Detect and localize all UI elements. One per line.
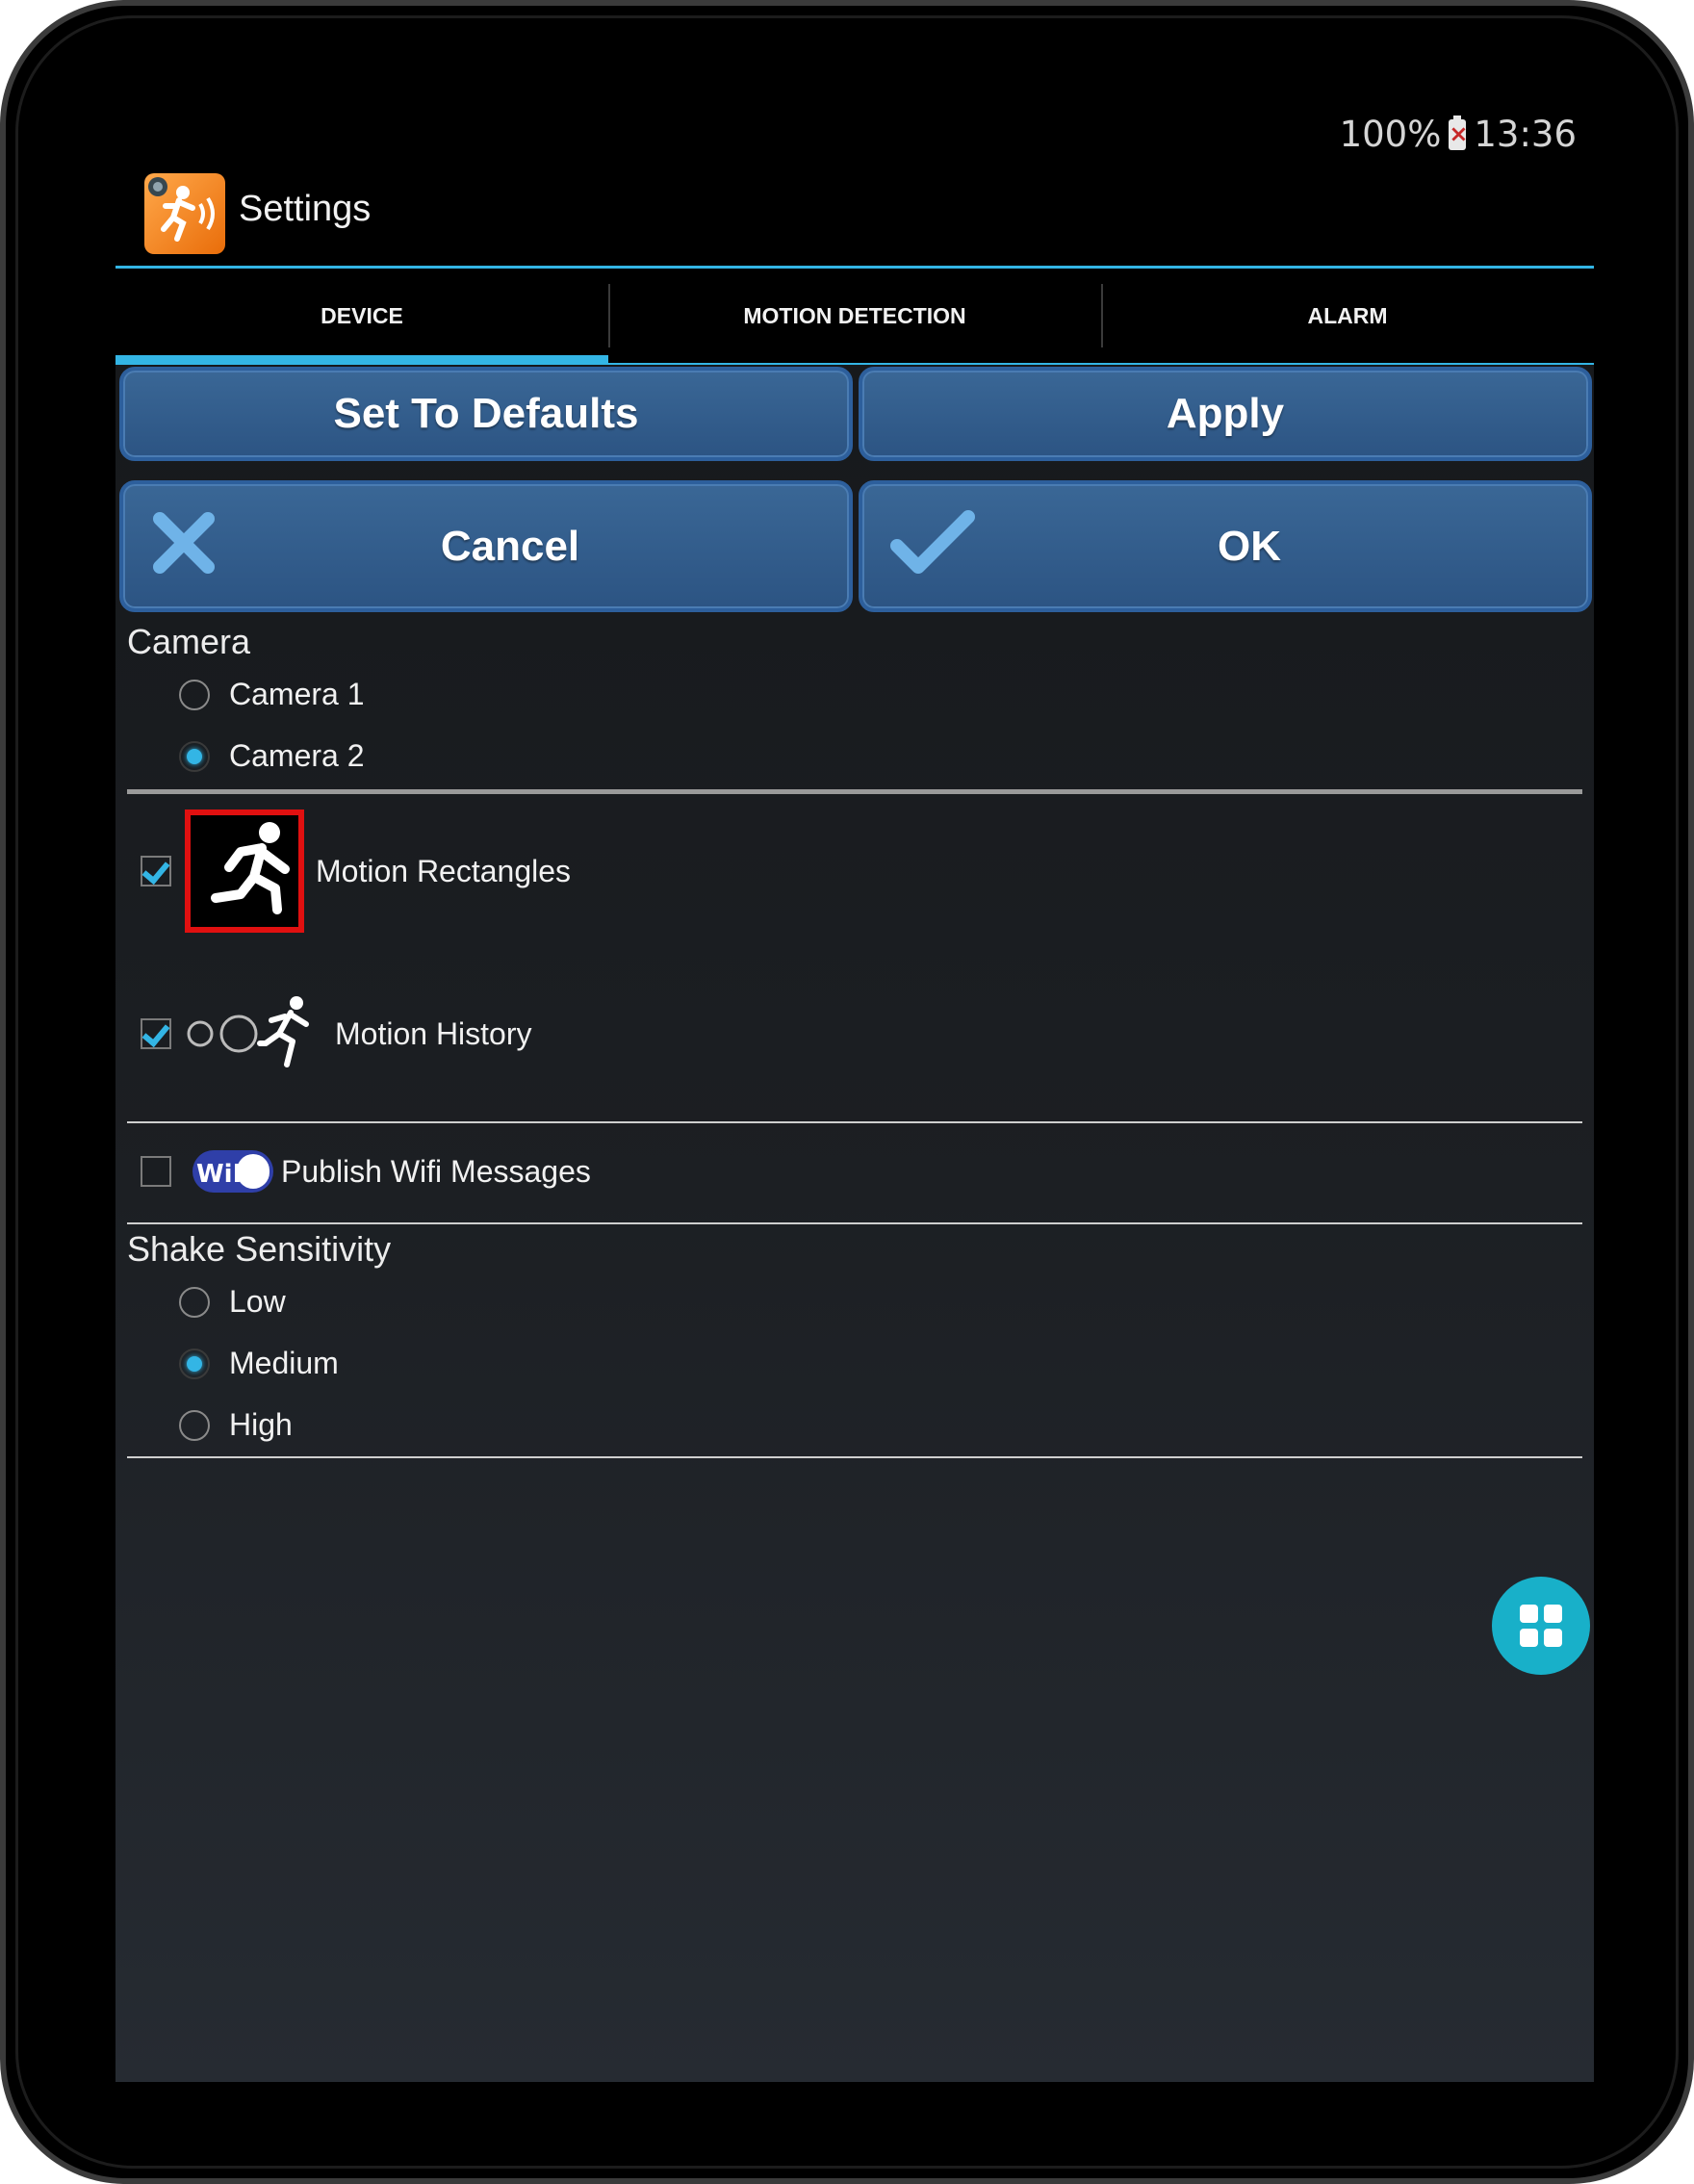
shake-section-title: Shake Sensitivity	[127, 1229, 392, 1269]
camera-1-label: Camera 1	[229, 677, 365, 711]
tab-motion-detection[interactable]: MOTION DETECTION	[608, 269, 1101, 363]
checkmark-icon	[890, 510, 975, 574]
wifi-divider	[127, 1222, 1582, 1224]
camera-2-label: Camera 2	[229, 738, 365, 773]
motion-divider	[127, 1121, 1582, 1123]
x-icon	[153, 512, 215, 574]
motion-history-checkbox[interactable]	[141, 1018, 171, 1049]
wifi-badge-icon: WiFi	[192, 1150, 273, 1193]
apps-grid-button[interactable]	[1492, 1577, 1590, 1675]
motion-history-icon	[187, 996, 309, 1067]
action-bar: Settings	[116, 162, 1594, 269]
publish-wifi-label: Publish Wifi Messages	[281, 1153, 591, 1189]
publish-wifi-checkbox[interactable]	[141, 1156, 171, 1187]
radio-icon	[179, 1286, 210, 1318]
apply-button[interactable]: Apply	[859, 367, 1592, 461]
shake-medium-option[interactable]: Medium	[179, 1346, 339, 1381]
motion-history-label: Motion History	[335, 1015, 532, 1051]
running-man-app-icon[interactable]	[144, 173, 225, 254]
wifi-badge-text: WiFi	[196, 1160, 258, 1189]
camera-divider	[127, 789, 1582, 794]
tab-bar: DEVICE MOTION DETECTION ALARM	[116, 269, 1594, 365]
set-to-defaults-button[interactable]: Set To Defaults	[119, 367, 853, 461]
motion-history-row[interactable]: Motion History	[141, 995, 532, 1072]
screen: 100% 13:36 Settings DEVICE MOTION DETECT…	[116, 102, 1594, 2082]
ok-button[interactable]: OK	[859, 480, 1592, 612]
shake-medium-label: Medium	[229, 1346, 339, 1380]
shake-high-label: High	[229, 1407, 293, 1442]
grid-icon	[1520, 1605, 1562, 1647]
tab-device[interactable]: DEVICE	[116, 269, 608, 365]
apply-label: Apply	[1166, 390, 1285, 437]
battery-percent: 100%	[1339, 114, 1442, 155]
radio-icon	[179, 1409, 210, 1441]
tab-alarm[interactable]: ALARM	[1101, 269, 1594, 363]
tablet-frame: 100% 13:36 Settings DEVICE MOTION DETECT…	[0, 0, 1694, 2184]
shake-divider	[127, 1456, 1582, 1458]
motion-rectangles-row[interactable]: Motion Rectangles	[141, 809, 571, 933]
battery-icon	[1449, 115, 1467, 150]
clock: 13:36	[1474, 114, 1577, 155]
radio-icon	[179, 679, 210, 710]
motion-rectangles-label: Motion Rectangles	[316, 853, 572, 888]
shake-high-option[interactable]: High	[179, 1407, 293, 1443]
camera-1-option[interactable]: Camera 1	[179, 677, 365, 712]
cancel-button[interactable]: Cancel	[119, 480, 853, 612]
set-to-defaults-label: Set To Defaults	[333, 390, 639, 437]
publish-wifi-row[interactable]: WiFi Publish Wifi Messages	[141, 1146, 591, 1196]
status-bar: 100% 13:36	[116, 102, 1594, 162]
page-title: Settings	[239, 189, 372, 229]
radio-checked-icon	[179, 740, 210, 772]
ok-label: OK	[1218, 522, 1281, 570]
cancel-label: Cancel	[440, 522, 580, 570]
shake-low-option[interactable]: Low	[179, 1284, 286, 1320]
camera-section-title: Camera	[127, 622, 251, 661]
camera-2-option[interactable]: Camera 2	[179, 738, 365, 774]
shake-low-label: Low	[229, 1284, 286, 1319]
radio-checked-icon	[179, 1348, 210, 1379]
motion-rectangles-checkbox[interactable]	[141, 856, 171, 886]
motion-rectangle-icon	[185, 809, 304, 933]
